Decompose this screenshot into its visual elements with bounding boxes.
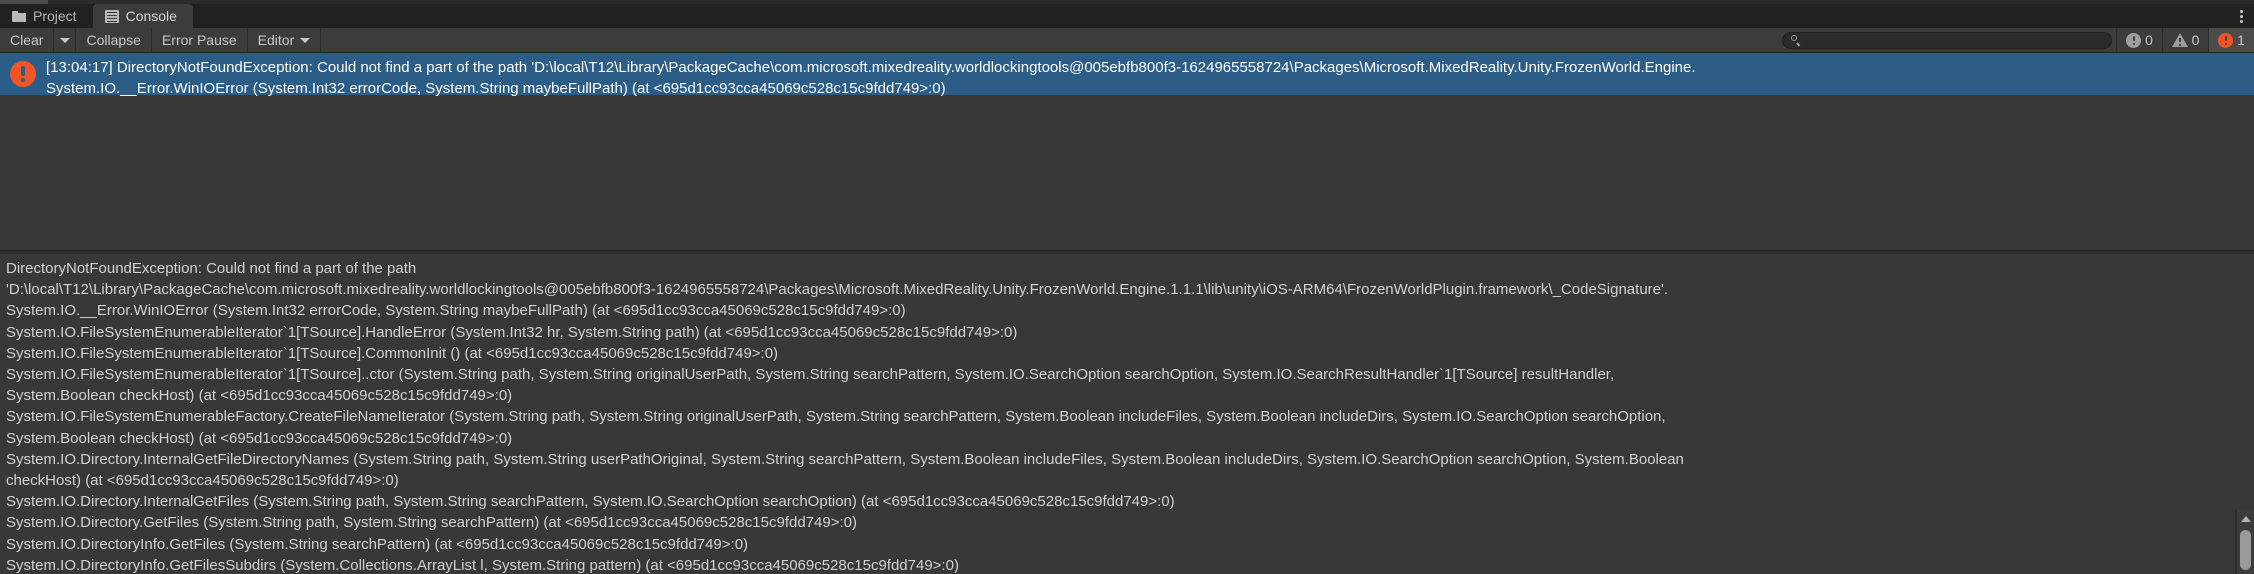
error-count-label: 1 (2237, 32, 2245, 48)
warning-badge-icon (2171, 33, 2188, 47)
unity-console-window: Project Console Clear Collapse Error Pau… (0, 0, 2254, 574)
scroll-up-arrow-icon (2240, 516, 2251, 522)
log-entry-text-column: [13:04:17] DirectoryNotFoundException: C… (46, 57, 2254, 99)
detail-vertical-scrollbar[interactable] (2236, 510, 2254, 574)
detail-line: System.IO.FileSystemEnumerableIterator`1… (6, 323, 1018, 341)
tab-console[interactable]: Console (92, 4, 193, 28)
chevron-down-icon (300, 37, 311, 43)
folder-icon (12, 10, 26, 23)
collapse-button[interactable]: Collapse (76, 28, 152, 52)
tab-console-label: Console (125, 8, 177, 24)
warning-count-label: 0 (2191, 32, 2200, 48)
log-entry-line-1: [13:04:17] DirectoryNotFoundException: C… (46, 59, 1696, 76)
clear-dropdown-button[interactable] (54, 28, 77, 52)
detail-line: System.IO.FileSystemEnumerableFactory.Cr… (6, 408, 1666, 426)
detail-line: System.IO.DirectoryInfo.GetFiles (System… (6, 535, 749, 553)
kebab-menu-icon (2239, 14, 2243, 18)
detail-line: System.Boolean checkHost) (at <695d1cc93… (6, 429, 513, 447)
search-field[interactable] (1782, 31, 2112, 49)
warning-count-toggle[interactable]: 0 (2162, 28, 2208, 52)
error-count-toggle[interactable]: 1 (2208, 28, 2254, 52)
detail-line: System.IO.DirectoryInfo.GetFilesSubdirs … (6, 556, 959, 574)
tab-bar-spacer (193, 4, 2228, 28)
editor-dropdown-button[interactable]: Editor (248, 28, 322, 52)
log-entry-list[interactable]: [13:04:17] DirectoryNotFoundException: C… (0, 53, 2254, 250)
console-toolbar: Clear Collapse Error Pause Editor 0 0 1 (0, 28, 2254, 53)
info-count-toggle[interactable]: 0 (2116, 28, 2162, 52)
detail-line: System.IO.__Error.WinIOError (System.Int… (6, 302, 906, 320)
detail-line: System.IO.Directory.InternalGetFileDirec… (6, 450, 1684, 468)
log-entry-icon-column (0, 57, 46, 87)
scroll-up-button[interactable] (2237, 512, 2254, 526)
info-badge-icon (2126, 32, 2142, 48)
detail-line: checkHost) (at <695d1cc93cca45069c528c15… (6, 472, 399, 490)
error-badge-icon (2218, 32, 2234, 48)
chevron-down-icon (59, 37, 70, 43)
detail-line: System.IO.FileSystemEnumerableIterator`1… (6, 366, 1615, 384)
detail-line: System.IO.Directory.GetFiles (System.Str… (6, 514, 857, 532)
detail-line: System.IO.FileSystemEnumerableIterator`1… (6, 344, 779, 362)
search-icon (1791, 34, 1802, 46)
error-pause-button[interactable]: Error Pause (152, 28, 248, 52)
error-icon (10, 61, 36, 87)
search-input[interactable] (1806, 33, 2103, 47)
log-detail-pane[interactable]: DirectoryNotFoundException: Could not fi… (0, 254, 2254, 574)
detail-line: DirectoryNotFoundException: Could not fi… (6, 260, 417, 277)
console-icon (104, 9, 119, 23)
detail-line: System.Boolean checkHost) (at <695d1cc93… (6, 387, 513, 405)
log-entry[interactable]: [13:04:17] DirectoryNotFoundException: C… (0, 53, 2254, 97)
log-entry-line-2: System.IO.__Error.WinIOError (System.Int… (46, 80, 946, 97)
detail-line: 'D:\local\T12\Library\PackageCache\com.m… (6, 281, 1669, 299)
clear-button[interactable]: Clear (0, 28, 55, 52)
tab-project-label: Project (33, 8, 77, 24)
detail-line: System.IO.Directory.InternalGetFiles (Sy… (6, 493, 1175, 511)
tab-bar: Project Console (0, 4, 2254, 28)
scrollbar-thumb[interactable] (2240, 530, 2251, 570)
tab-project[interactable]: Project (0, 4, 93, 28)
window-menu-button[interactable] (2228, 4, 2254, 28)
info-count-label: 0 (2145, 32, 2153, 48)
editor-dropdown-label: Editor (257, 32, 295, 48)
